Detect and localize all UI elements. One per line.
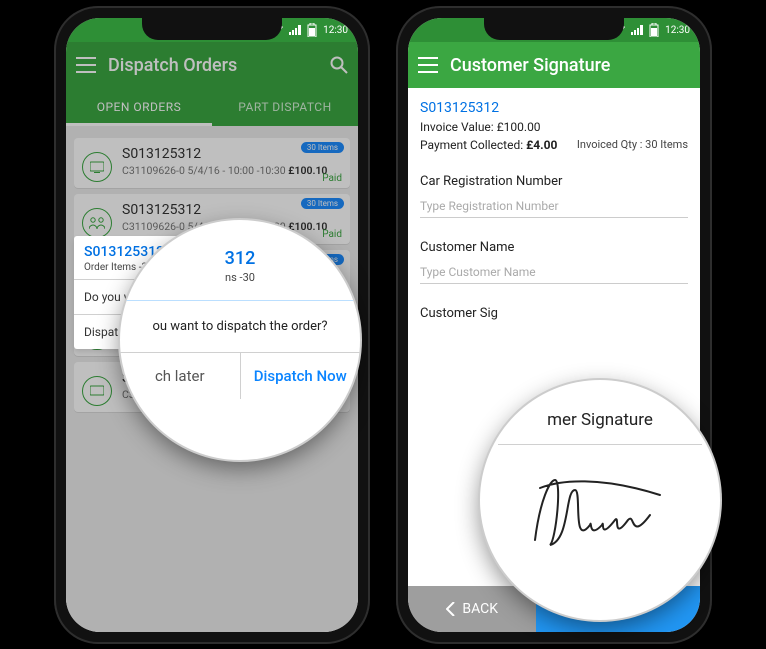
dispatch-now-button[interactable]: Dispatch Now: [241, 353, 361, 399]
name-input[interactable]: Type Customer Name: [420, 261, 688, 284]
back-button[interactable]: BACK: [408, 586, 536, 632]
magnifier-dialog: 312 ns -30 ou want to dispatch the order…: [120, 220, 360, 460]
menu-icon[interactable]: [418, 57, 438, 73]
mag-items: ns -30: [146, 271, 334, 284]
chevron-left-icon: [446, 602, 456, 616]
phone-notch: [142, 16, 282, 40]
order-id: S013125312: [420, 100, 688, 116]
magnifier-signature: mer Signature: [480, 380, 720, 620]
status-time: 12:30: [665, 25, 690, 36]
battery-icon: [649, 23, 659, 37]
sig-label: Customer Sig: [420, 306, 688, 321]
signature-canvas[interactable]: [480, 445, 720, 585]
status-time: 12:30: [323, 25, 348, 36]
mag-question: ou want to dispatch the order?: [120, 301, 360, 352]
signal-icon: [289, 25, 301, 35]
invoice-value: Invoice Value: £100.00: [420, 120, 688, 134]
reg-input[interactable]: Type Registration Number: [420, 195, 688, 218]
name-label: Customer Name: [420, 240, 688, 255]
mag-order-id: 312: [146, 248, 334, 269]
invoiced-qty: Invoiced Qty : 30 Items: [577, 138, 688, 151]
mag-actions: ch later Dispatch Now: [120, 352, 360, 399]
phone-notch: [484, 16, 624, 40]
app-bar: Customer Signature: [408, 42, 700, 88]
signature-mark: [520, 470, 680, 560]
signal-icon: [631, 25, 643, 35]
page-title: Customer Signature: [450, 55, 610, 76]
dispatch-later-button[interactable]: ch later: [120, 353, 241, 399]
reg-label: Car Registration Number: [420, 174, 688, 189]
battery-icon: [307, 23, 317, 37]
